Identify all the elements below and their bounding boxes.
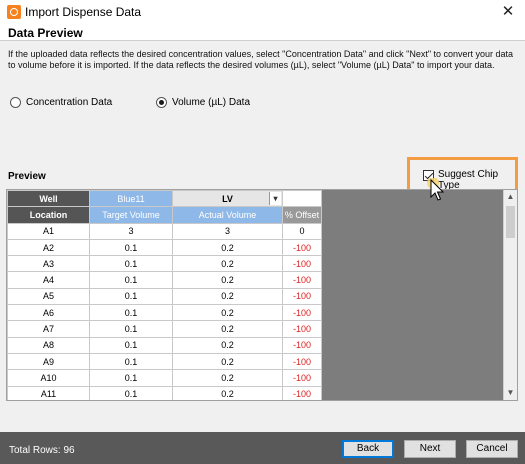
- vertical-scrollbar[interactable]: ▲ ▼: [503, 190, 517, 400]
- window-title: Import Dispense Data: [25, 5, 142, 19]
- location-column-header[interactable]: Location: [7, 206, 90, 224]
- location-cell[interactable]: A6: [7, 304, 90, 322]
- chip-type-dropdown[interactable]: LV ▾: [172, 190, 283, 208]
- actual-volume-cell[interactable]: 0.2: [172, 352, 283, 371]
- chip-type-value: LV: [222, 193, 233, 204]
- target-volume-cell[interactable]: 0.1: [89, 320, 173, 338]
- location-cell[interactable]: A11: [7, 385, 90, 400]
- footer-bar: Total Rows: 96 Back Next Cancel: [0, 432, 525, 464]
- target-volume-cell[interactable]: 0.1: [89, 352, 173, 371]
- actual-volume-column-header[interactable]: Actual Volume: [172, 206, 283, 224]
- table-row[interactable]: A9 0.1 0.2 -100: [7, 352, 322, 371]
- target-volume-cell[interactable]: 0.1: [89, 271, 173, 289]
- page-title: Data Preview: [8, 26, 83, 40]
- table-row[interactable]: A4 0.1 0.2 -100: [7, 271, 322, 289]
- actual-volume-cell[interactable]: 0.2: [172, 255, 283, 273]
- target-volume-cell[interactable]: 0.1: [89, 385, 173, 400]
- location-cell[interactable]: A9: [7, 352, 90, 371]
- actual-volume-cell[interactable]: 0.2: [172, 336, 283, 354]
- section-header: Data Preview: [0, 24, 525, 41]
- offset-cell[interactable]: -100: [282, 238, 322, 257]
- table-row[interactable]: A10 0.1 0.2 -100: [7, 369, 322, 387]
- location-cell[interactable]: A2: [7, 238, 90, 257]
- instructions-text: If the uploaded data reflects the desire…: [8, 49, 514, 70]
- actual-volume-cell[interactable]: 3: [172, 222, 283, 240]
- target-volume-cell[interactable]: 0.1: [89, 255, 173, 273]
- actual-volume-cell[interactable]: 0.2: [172, 271, 283, 289]
- table-row[interactable]: A5 0.1 0.2 -100: [7, 287, 322, 306]
- actual-volume-cell[interactable]: 0.2: [172, 287, 283, 306]
- location-cell[interactable]: A1: [7, 222, 90, 240]
- target-volume-cell[interactable]: 0.1: [89, 304, 173, 322]
- radio-label: Volume (µL) Data: [172, 97, 251, 108]
- chevron-down-icon[interactable]: ▾: [269, 192, 281, 205]
- offset-cell[interactable]: -100: [282, 271, 322, 289]
- offset-cell[interactable]: -100: [282, 287, 322, 306]
- target-volume-cell[interactable]: 0.1: [89, 287, 173, 306]
- target-volume-cell[interactable]: 3: [89, 222, 173, 240]
- offset-cell[interactable]: -100: [282, 320, 322, 338]
- actual-volume-cell[interactable]: 0.2: [172, 385, 283, 400]
- actual-volume-cell[interactable]: 0.2: [172, 369, 283, 387]
- preview-table: Well Blue11 LV ▾ Location Target Volume …: [7, 190, 322, 400]
- radio-button[interactable]: [156, 97, 167, 108]
- target-volume-cell[interactable]: 0.1: [89, 336, 173, 354]
- preview-grid: Well Blue11 LV ▾ Location Target Volume …: [6, 189, 518, 401]
- grid-body: A1 3 3 0 A2 0.1 0.2 -100 A3 0.1 0.2 -100 A4 0.1 0.2 -10…: [7, 222, 322, 400]
- back-button[interactable]: Back: [342, 440, 394, 458]
- radio-label: Concentration Data: [26, 97, 113, 108]
- table-row[interactable]: A3 0.1 0.2 -100: [7, 255, 322, 273]
- offset-header-blank: [282, 190, 322, 208]
- app-icon: [7, 5, 21, 19]
- target-volume-cell[interactable]: 0.1: [89, 369, 173, 387]
- actual-volume-cell[interactable]: 0.2: [172, 238, 283, 257]
- scroll-down-icon[interactable]: ▼: [504, 386, 517, 400]
- table-row[interactable]: A8 0.1 0.2 -100: [7, 336, 322, 354]
- offset-cell[interactable]: -100: [282, 336, 322, 354]
- offset-cell[interactable]: -100: [282, 369, 322, 387]
- preview-heading: Preview: [8, 171, 46, 182]
- location-cell[interactable]: A3: [7, 255, 90, 273]
- location-cell[interactable]: A5: [7, 287, 90, 306]
- radio-concentration-data[interactable]: Concentration Data: [10, 97, 112, 108]
- offset-cell[interactable]: -100: [282, 255, 322, 273]
- table-row[interactable]: A1 3 3 0: [7, 222, 322, 240]
- radio-button[interactable]: [10, 97, 21, 108]
- target-volume-column-header[interactable]: Target Volume: [89, 206, 173, 224]
- table-row[interactable]: A7 0.1 0.2 -100: [7, 320, 322, 338]
- grid-header-row-2: Location Target Volume Actual Volume % O…: [7, 206, 322, 224]
- location-cell[interactable]: A10: [7, 369, 90, 387]
- well-header: Well: [7, 190, 90, 208]
- total-rows-count: Total Rows: 96: [9, 445, 75, 456]
- scroll-up-icon[interactable]: ▲: [504, 190, 517, 204]
- location-cell[interactable]: A8: [7, 336, 90, 354]
- table-row[interactable]: A6 0.1 0.2 -100: [7, 304, 322, 322]
- offset-cell[interactable]: -100: [282, 385, 322, 400]
- location-cell[interactable]: A7: [7, 320, 90, 338]
- offset-cell[interactable]: 0: [282, 222, 322, 240]
- scroll-thumb[interactable]: [506, 206, 515, 238]
- offset-cell[interactable]: -100: [282, 352, 322, 371]
- offset-column-header[interactable]: % Offset: [282, 206, 322, 224]
- location-cell[interactable]: A4: [7, 271, 90, 289]
- grid-header-row-1: Well Blue11 LV ▾: [7, 190, 322, 208]
- mouse-cursor-icon: [427, 178, 445, 201]
- target-volume-cell[interactable]: 0.1: [89, 238, 173, 257]
- suggest-chip-type-highlight: Suggest Chip Type: [407, 157, 518, 192]
- table-row[interactable]: A11 0.1 0.2 -100: [7, 385, 322, 400]
- close-icon[interactable]: ✕: [499, 2, 517, 20]
- offset-cell[interactable]: -100: [282, 304, 322, 322]
- next-button[interactable]: Next: [404, 440, 456, 458]
- table-row[interactable]: A2 0.1 0.2 -100: [7, 238, 322, 257]
- actual-volume-cell[interactable]: 0.2: [172, 304, 283, 322]
- source-plate-header: Blue11: [89, 190, 173, 208]
- radio-volume-data[interactable]: Volume (µL) Data: [156, 97, 250, 108]
- title-bar: Import Dispense Data ✕: [0, 0, 525, 24]
- suggest-chip-type-label[interactable]: Suggest Chip Type: [438, 169, 515, 191]
- cancel-button[interactable]: Cancel: [466, 440, 518, 458]
- actual-volume-cell[interactable]: 0.2: [172, 320, 283, 338]
